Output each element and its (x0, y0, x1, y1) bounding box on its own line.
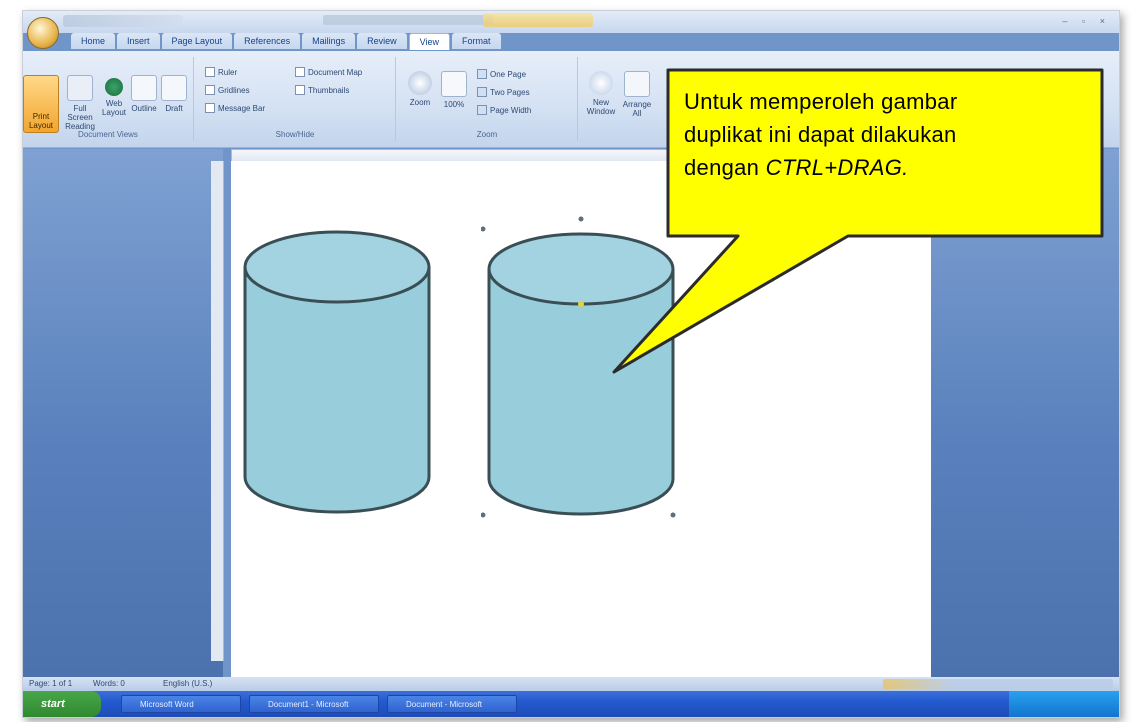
callout-line-2: duplikat ini dapat dilakukan (684, 122, 957, 147)
callout-line-1: Untuk memperoleh gambar (684, 89, 958, 114)
callout-line-3: dengan CTRL+DRAG. (684, 151, 1084, 184)
callout-text: Untuk memperoleh gambar duplikat ini dap… (684, 85, 1084, 184)
callout-line-3-prefix: dengan (684, 155, 766, 180)
callout-shortcut: CTRL+DRAG. (765, 155, 909, 180)
